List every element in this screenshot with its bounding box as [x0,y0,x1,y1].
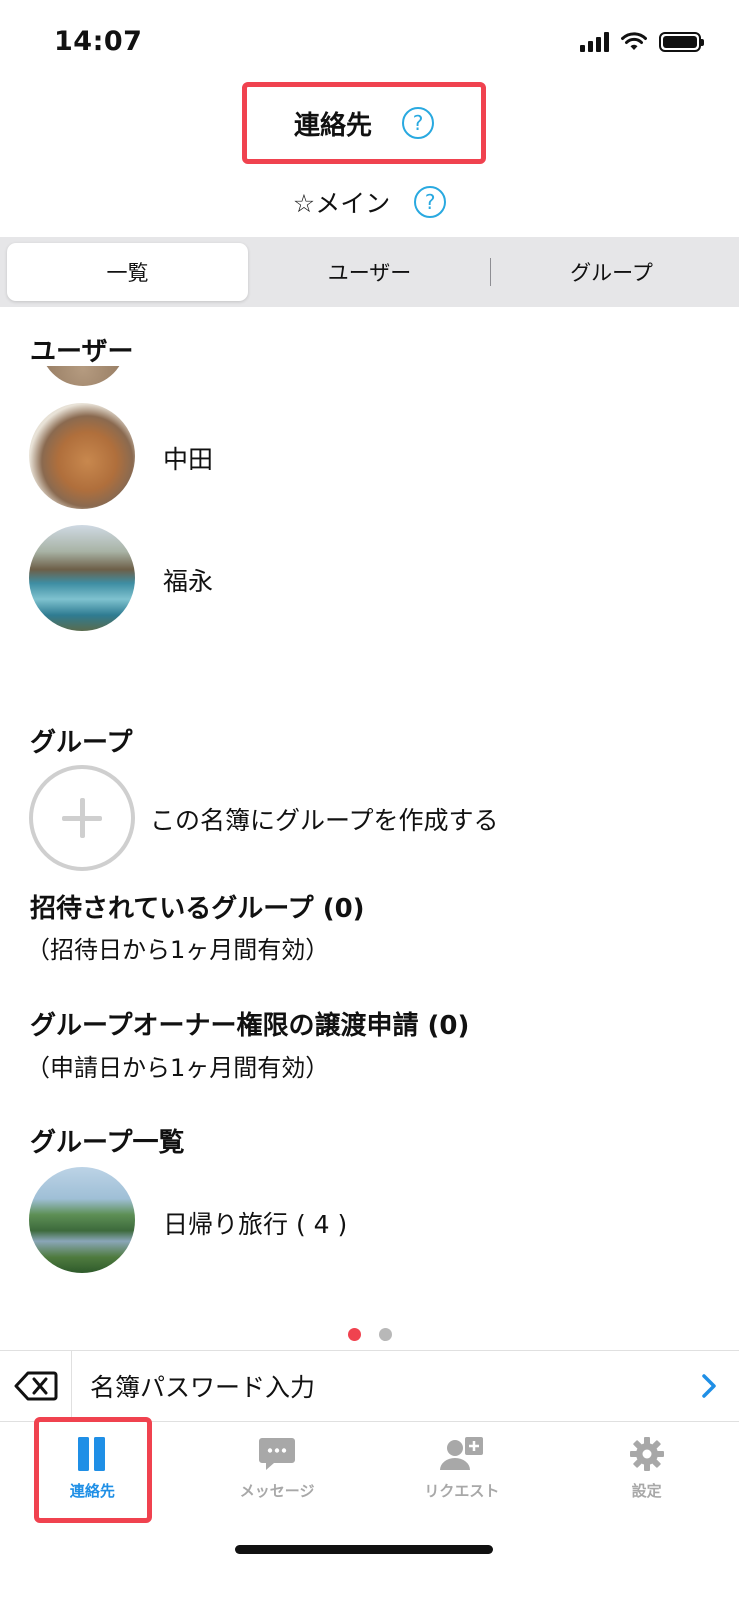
page-title: 連絡先 [293,110,372,141]
page-dot-active [347,1328,361,1341]
backspace-icon [14,1371,57,1401]
tab-settings-label: 設定 [631,1482,662,1500]
roster-password-bar[interactable]: 名簿パスワード入力 [0,1350,739,1422]
roster-selector[interactable]: ☆メイン ? [0,180,739,224]
status-bar: 14:07 [0,0,739,90]
ownership-transfer-heading: グループオーナー権限の譲渡申請 (0) [30,1011,470,1041]
segment-users[interactable]: ユーザー [249,243,490,301]
invited-groups-heading: 招待されているグループ (0) [30,894,365,924]
tab-requests-label: リクエスト [424,1482,500,1500]
segmented-control: 一覧 ユーザー グループ [0,237,739,307]
tab-messages[interactable]: メッセージ [185,1422,370,1532]
roster-name[interactable]: ☆メイン [293,184,390,220]
home-indicator [235,1545,493,1554]
help-icon[interactable]: ? [402,107,434,139]
battery-icon [659,32,704,52]
message-icon [259,1438,296,1470]
status-icons [580,32,704,52]
delete-button[interactable] [0,1350,72,1422]
create-group-label[interactable]: この名簿にグループを作成する [150,801,499,837]
tab-highlight-frame [34,1417,152,1523]
roster-password-label[interactable]: 名簿パスワード入力 [72,1368,679,1404]
segment-groups[interactable]: グループ [491,243,732,301]
user-name-nakata[interactable]: 中田 [163,440,213,476]
page-indicator [0,1328,739,1341]
tab-messages-label: メッセージ [239,1482,315,1500]
chevron-right-icon[interactable] [679,1373,739,1399]
invited-groups-note: （招待日から1ヶ月間有効） [26,936,330,964]
tab-requests[interactable]: リクエスト [370,1422,555,1532]
ownership-transfer-note: （申請日から1ヶ月間有効） [26,1054,330,1082]
add-group-icon[interactable] [29,765,135,871]
users-heading: ユーザー [30,337,134,367]
cellular-signal-icon [580,32,609,52]
request-icon [439,1437,483,1470]
status-time: 14:07 [54,26,143,57]
group-list-heading: グループ一覧 [30,1128,185,1158]
page-dot [378,1328,392,1341]
user-avatar-nakata[interactable] [29,403,135,509]
groups-heading: グループ [30,728,133,758]
user-name-fukunaga[interactable]: 福永 [163,562,213,598]
group-name-day-trip[interactable]: 日帰り旅行 ( 4 ) [163,1205,347,1241]
roster-help-icon[interactable]: ? [414,186,447,218]
gear-icon [629,1437,664,1471]
wifi-icon [621,32,647,50]
tab-settings[interactable]: 設定 [554,1422,739,1532]
avatar[interactable] [40,366,126,386]
segment-all[interactable]: 一覧 [7,243,248,301]
user-avatar-fukunaga[interactable] [29,525,135,631]
page-title-container: 連絡先 ? [242,82,486,164]
group-avatar-day-trip[interactable] [29,1167,135,1273]
